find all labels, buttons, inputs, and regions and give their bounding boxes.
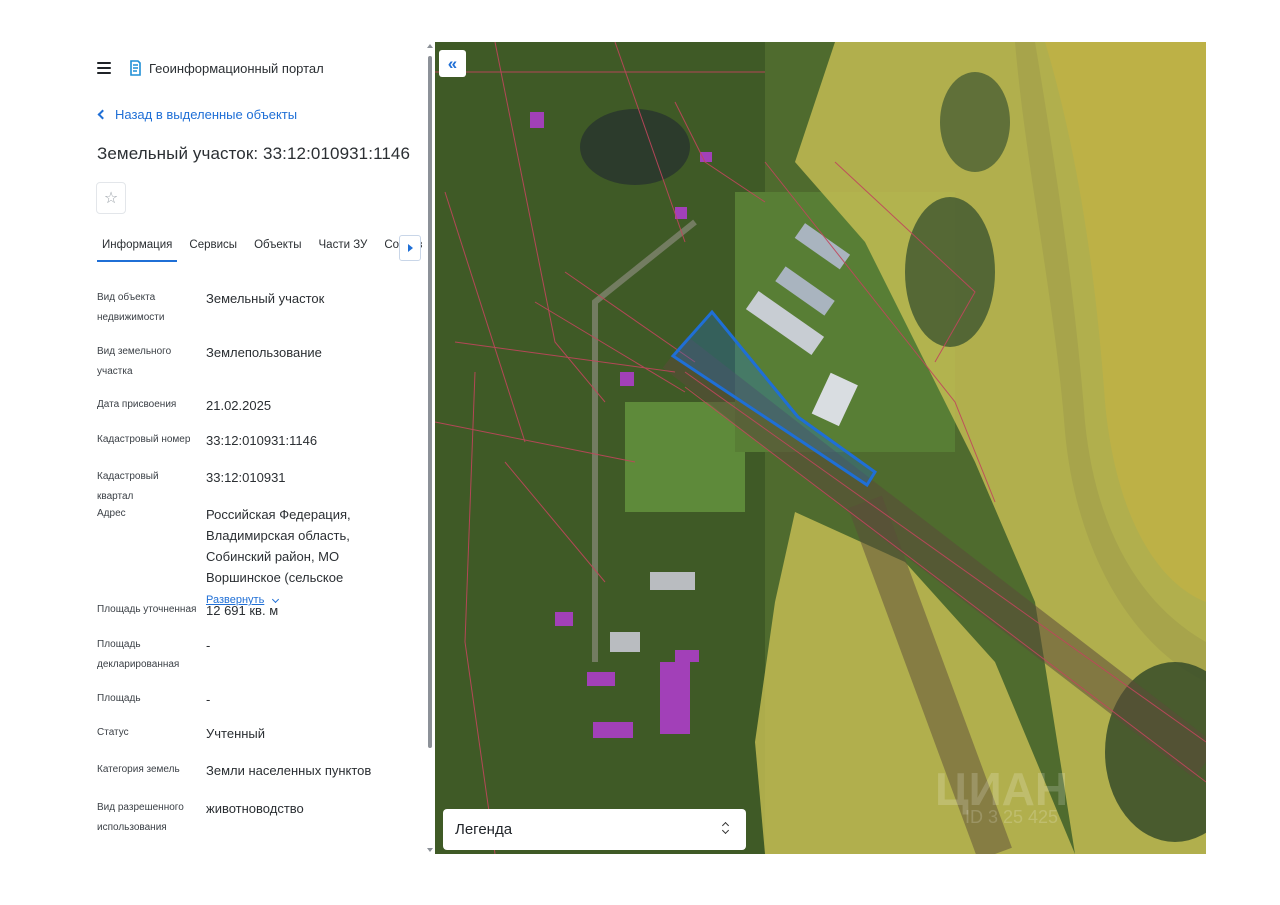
- detail-label: Площадь декларированная: [97, 639, 180, 670]
- info-panel: Геоинформационный портал Назад в выделен…: [83, 42, 429, 854]
- detail-value: Российская Федерация, Владимирская облас…: [206, 504, 412, 611]
- detail-label: Статус: [97, 727, 129, 738]
- tabs-scroll-right-button[interactable]: [399, 235, 421, 261]
- tab-services[interactable]: Сервисы: [184, 234, 242, 260]
- tab-parcel-parts[interactable]: Части ЗУ: [314, 234, 373, 260]
- chevron-up-down-icon: [721, 820, 730, 838]
- detail-value: Земли населенных пунктов: [206, 763, 372, 778]
- legend-dropdown[interactable]: Легенда: [443, 809, 746, 850]
- scroll-down-icon: [427, 848, 433, 852]
- detail-label: Категория земель: [97, 764, 180, 775]
- detail-value: Земельный участок: [206, 291, 325, 306]
- detail-value: 21.02.2025: [206, 398, 272, 413]
- watermark-id: ID 3 25 425: [965, 807, 1059, 827]
- detail-value: 33:12:010931: [206, 470, 286, 485]
- chevron-left-icon: [97, 109, 108, 120]
- detail-value: животноводство: [206, 801, 304, 816]
- detail-label: Адрес: [97, 508, 126, 519]
- detail-value: Учтенный: [206, 726, 266, 741]
- map-view[interactable]: « ЦИАН ID 3 25 425 Легенда: [435, 42, 1206, 854]
- collapse-panel-button[interactable]: «: [439, 50, 466, 77]
- panel-header: Геоинформационный портал: [97, 56, 324, 80]
- detail-label: Дата присвоения: [97, 399, 177, 410]
- scrollbar-thumb[interactable]: [428, 56, 432, 748]
- detail-label: Вид объекта недвижимости: [97, 292, 165, 323]
- panel-scrollbar[interactable]: [427, 42, 433, 854]
- tab-bar: ИнформацияСервисыОбъектыЧасти ЗУСостав: [97, 234, 429, 264]
- portal-logo-icon: [130, 60, 141, 76]
- scroll-up-icon: [427, 44, 433, 48]
- detail-label: Площадь: [97, 693, 141, 704]
- detail-value: -: [206, 638, 211, 653]
- detail-label: Вид земельного участка: [97, 346, 172, 377]
- back-to-selected-link[interactable]: Назад в выделенные объекты: [97, 107, 298, 122]
- detail-value: Землепользование: [206, 345, 322, 360]
- address-text: Российская Федерация, Владимирская облас…: [206, 507, 351, 585]
- menu-icon[interactable]: [97, 62, 111, 74]
- star-icon: ☆: [103, 190, 119, 207]
- detail-value: 12 691 кв. м: [206, 603, 279, 618]
- detail-value: -: [206, 692, 211, 707]
- caret-right-icon: [407, 244, 413, 252]
- detail-label: Кадастровый квартал: [97, 471, 159, 502]
- object-title: Земельный участок: 33:12:010931:1146: [97, 144, 411, 163]
- detail-label: Площадь уточненная: [97, 604, 197, 615]
- tab-information[interactable]: Информация: [97, 234, 178, 262]
- legend-label: Легенда: [455, 821, 513, 838]
- detail-label: Кадастровый номер: [97, 434, 191, 445]
- detail-value: 33:12:010931:1146: [206, 433, 318, 448]
- satellite-map: [435, 42, 1206, 854]
- favorite-button[interactable]: ☆: [96, 182, 126, 214]
- detail-label: Вид разрешенного использования: [97, 802, 184, 833]
- back-link-label: Назад в выделенные объекты: [115, 107, 298, 122]
- portal-title: Геоинформационный портал: [149, 60, 324, 76]
- tab-objects[interactable]: Объекты: [249, 234, 306, 260]
